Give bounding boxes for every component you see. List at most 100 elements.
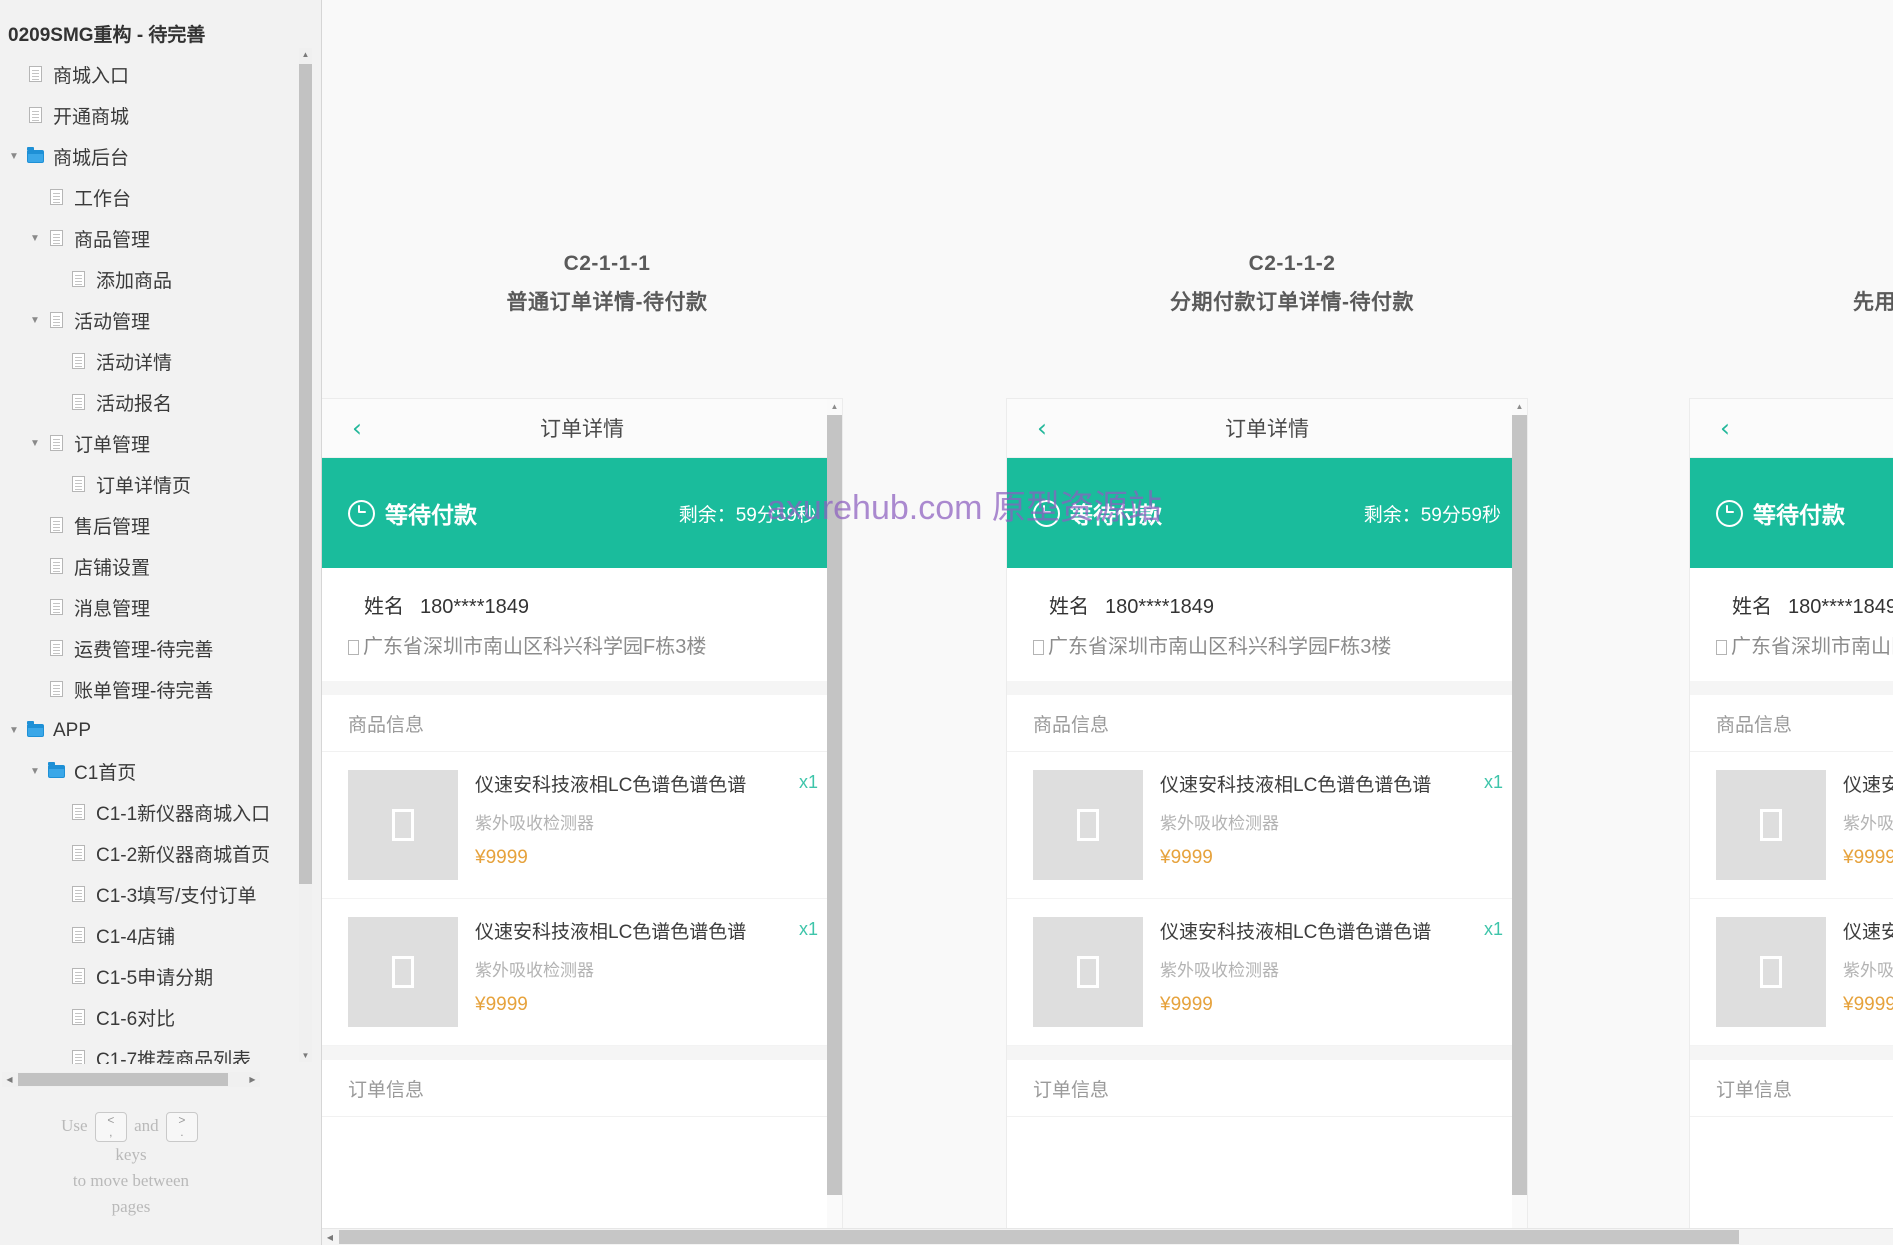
sidebar-hscroll-thumb[interactable]: [18, 1073, 228, 1086]
phone-nav-title: 订单详情: [1690, 413, 1893, 443]
keyboard-hint: Use < , and > . keys to move between pag…: [0, 1112, 262, 1220]
order-status-banner: 等待付款 剩余：59分59秒: [322, 458, 842, 568]
expand-caret-icon[interactable]: ▼: [25, 315, 45, 326]
scroll-left-icon[interactable]: ◀: [2, 1072, 17, 1087]
product-quantity: x1: [798, 919, 818, 939]
sitemap-item[interactable]: ▼ 订单管理: [0, 423, 300, 464]
expand-caret-icon[interactable]: ▼: [25, 766, 45, 777]
product-subtitle: 紫外吸收检测器: [475, 961, 594, 980]
sitemap-tree[interactable]: 商城入口 开通商城 ▼ 商城后台 工作台 ▼ 商品管理 添加商品 ▼ 活动管理 活动详情 活动报名 ▼ 订…: [0, 54, 300, 1064]
panel-code: C2-1-1-2: [1248, 252, 1336, 275]
sitemap-item[interactable]: C1-7推荐商品列表: [0, 1038, 300, 1064]
expand-caret-icon[interactable]: ▼: [4, 151, 24, 162]
panel-name: 普通订单详情-待付款: [506, 291, 708, 314]
phone-scroll-up-icon[interactable]: ▲: [1512, 399, 1527, 413]
sitemap-item-label: C1-2新仪器商城首页: [96, 845, 271, 866]
phone-vscroll-thumb[interactable]: [827, 415, 842, 1195]
expand-caret-icon[interactable]: ▼: [25, 233, 45, 244]
sitemap-item[interactable]: 活动报名: [0, 382, 300, 423]
product-row[interactable]: 仪速安科技液相LC色谱色谱色谱紫外吸收检测器¥9999x1: [1690, 752, 1893, 899]
scroll-up-icon[interactable]: ▲: [299, 48, 312, 61]
product-row[interactable]: 仪速安科技液相LC色谱色谱色谱紫外吸收检测器¥9999x1: [1007, 899, 1527, 1046]
folder-icon-glyph: [26, 720, 44, 737]
product-thumbnail: [1716, 917, 1826, 1027]
sitemap-item[interactable]: ▼ C1首页: [0, 751, 300, 792]
sitemap-item[interactable]: 商城入口: [0, 54, 300, 95]
sitemap-item[interactable]: C1-4店铺: [0, 915, 300, 956]
section-divider: [1007, 681, 1527, 695]
shipping-address-block[interactable]: 姓名 180****1849 广东省深圳市南山区科兴科学园F栋3楼: [322, 568, 842, 681]
sitemap-item[interactable]: 开通商城: [0, 95, 300, 136]
product-price: ¥9999: [475, 847, 528, 868]
sitemap-item[interactable]: ▼ 商品管理: [0, 218, 300, 259]
receiver-phone: 180****1849: [1788, 596, 1893, 618]
sidebar-vertical-scrollbar[interactable]: ▲ ▼: [299, 48, 312, 1062]
canvas-horizontal-scrollbar[interactable]: ◀: [322, 1228, 1893, 1245]
order-status-banner: 等待付款 剩余：59分59秒: [1007, 458, 1527, 568]
sitemap-item[interactable]: ▼ 活动管理: [0, 300, 300, 341]
address-line: 广东省深圳市南山区科兴科学园F栋3楼: [1007, 630, 1527, 659]
panel-name: 先用后付订单详情-待付款: [1853, 291, 1893, 314]
shipping-address-block[interactable]: 姓名 180****1849 广东省深圳市南山区科兴科学园F栋3楼: [1690, 568, 1893, 681]
product-quantity: x1: [798, 772, 818, 792]
hint-line2: keys: [115, 1145, 147, 1164]
expand-caret-icon[interactable]: ▼: [4, 725, 24, 736]
phone-vertical-scrollbar[interactable]: ▲: [1512, 399, 1527, 1245]
section-divider: [1690, 1046, 1893, 1060]
sitemap-item[interactable]: 售后管理: [0, 505, 300, 546]
sidebar-vscroll-thumb[interactable]: [299, 64, 312, 884]
product-row[interactable]: 仪速安科技液相LC色谱色谱色谱紫外吸收检测器¥9999x1: [322, 899, 842, 1046]
product-price: ¥9999: [475, 994, 528, 1015]
sitemap-item[interactable]: 账单管理-待完善: [0, 669, 300, 710]
sitemap-item[interactable]: 活动详情: [0, 341, 300, 382]
goods-section-label: 商品信息: [322, 695, 842, 752]
canvas-hscroll-thumb[interactable]: [339, 1230, 1739, 1244]
phone-nav-title: 订单详情: [540, 418, 624, 441]
sitemap-item[interactable]: 添加商品: [0, 259, 300, 300]
receiver-name: 姓名: [1732, 596, 1772, 618]
phone-scroll-up-icon[interactable]: ▲: [827, 399, 842, 413]
goods-section-label: 商品信息: [1690, 695, 1893, 752]
product-title: 仪速安科技液相LC色谱色谱色谱: [1160, 922, 1432, 943]
sitemap-item[interactable]: C1-5申请分期: [0, 956, 300, 997]
goods-list: 仪速安科技液相LC色谱色谱色谱紫外吸收检测器¥9999x1仪速安科技液相LC色谱…: [322, 752, 842, 1046]
sidebar-horizontal-scrollbar[interactable]: ◀ ▶: [2, 1072, 260, 1087]
sitemap-item[interactable]: 订单详情页: [0, 464, 300, 505]
prev-page-key[interactable]: < ,: [94, 1112, 127, 1142]
sitemap-item-label: 活动详情: [96, 353, 173, 374]
sitemap-item[interactable]: 消息管理: [0, 587, 300, 628]
sitemap-item[interactable]: 工作台: [0, 177, 300, 218]
product-row[interactable]: 仪速安科技液相LC色谱色谱色谱紫外吸收检测器¥9999x1: [1007, 752, 1527, 899]
image-placeholder-icon: [1077, 809, 1099, 841]
product-row[interactable]: 仪速安科技液相LC色谱色谱色谱紫外吸收检测器¥9999x1: [322, 752, 842, 899]
product-subtitle: 紫外吸收检测器: [1160, 814, 1279, 833]
status-left: 等待付款: [1716, 496, 1845, 530]
sitemap-item[interactable]: ▼ 商城后台: [0, 136, 300, 177]
canvas-scroll-left-icon[interactable]: ◀: [322, 1229, 338, 1245]
phone-vscroll-thumb[interactable]: [1512, 415, 1527, 1195]
sitemap-item[interactable]: 运费管理-待完善: [0, 628, 300, 669]
shipping-address-block[interactable]: 姓名 180****1849 广东省深圳市南山区科兴科学园F栋3楼: [1007, 568, 1527, 681]
hint-line4: pages: [111, 1197, 151, 1216]
sitemap-item[interactable]: C1-2新仪器商城首页: [0, 833, 300, 874]
status-left: 等待付款: [1033, 496, 1162, 530]
next-page-key[interactable]: > .: [165, 1112, 198, 1142]
sitemap-item[interactable]: ▼ APP: [0, 710, 300, 751]
scroll-right-icon[interactable]: ▶: [245, 1072, 260, 1087]
sitemap-item[interactable]: 店铺设置: [0, 546, 300, 587]
page-icon-glyph: [71, 476, 85, 493]
sitemap-item[interactable]: C1-3填写/支付订单: [0, 874, 300, 915]
page-icon: [45, 597, 67, 619]
page-icon: [67, 843, 89, 865]
expand-caret-icon[interactable]: ▼: [25, 438, 45, 449]
sitemap-item[interactable]: C1-6对比: [0, 997, 300, 1038]
product-row[interactable]: 仪速安科技液相LC色谱色谱色谱紫外吸收检测器¥9999x1: [1690, 899, 1893, 1046]
sitemap-item[interactable]: C1-1新仪器商城入口: [0, 792, 300, 833]
phone-vertical-scrollbar[interactable]: ▲: [827, 399, 842, 1245]
page-icon: [45, 679, 67, 701]
section-divider: [1690, 681, 1893, 695]
scroll-down-icon[interactable]: ▼: [299, 1049, 312, 1062]
product-subtitle: 紫外吸收检测器: [1843, 961, 1893, 980]
sitemap-item-label: C1-5申请分期: [96, 968, 214, 989]
page-icon: [67, 269, 89, 291]
